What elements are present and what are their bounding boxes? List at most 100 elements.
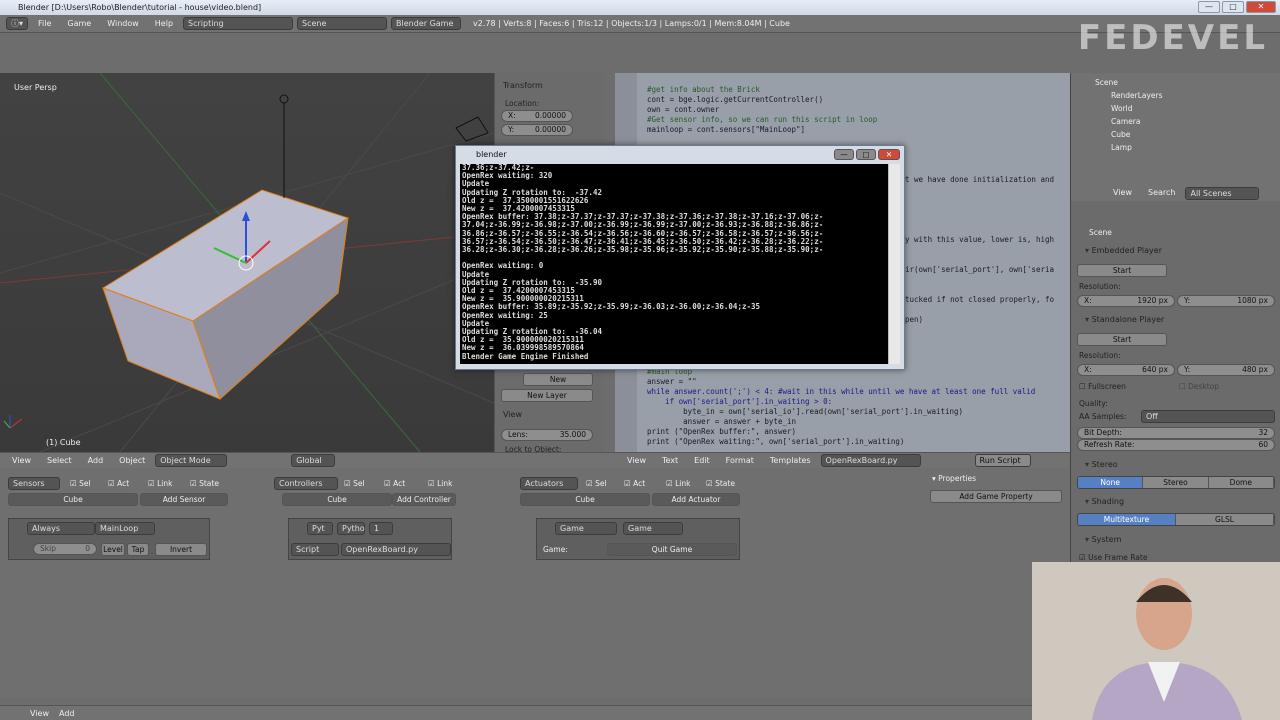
embedded-start-button[interactable]: Start [1077,264,1167,277]
run-script-button[interactable]: Run Script [974,454,1031,467]
shading-header[interactable]: Shading [1071,497,1125,506]
lens-field[interactable]: Lens: 35.000 [501,429,593,441]
new-layer-button[interactable]: New Layer [501,389,593,402]
add-controller-select[interactable]: Add Controller [392,493,456,506]
location-x-field[interactable]: X: 0.00000 [501,110,573,122]
screen-layout-select[interactable]: Scripting [183,17,294,30]
actuator-name-field[interactable]: Game [623,522,683,535]
te-menu-view[interactable]: View [621,452,652,470]
maximize-button[interactable]: □ [1222,1,1244,13]
standalone-res-x[interactable]: X: 640 px [1077,364,1175,376]
close-button[interactable]: ✕ [1246,1,1276,13]
sensors-select[interactable]: Sensors [8,477,60,490]
console-window[interactable]: blender — □ ✕ 37.36;z-37.42;z- OpenRex wa… [455,145,905,370]
vp-menu-add[interactable]: Add [82,452,110,470]
stereo-none-option[interactable]: None [1078,477,1144,488]
quit-game-select[interactable]: Quit Game [607,543,737,556]
console-output[interactable]: 37.36;z-37.42;z- OpenRex waiting: 320 Upda… [460,164,888,364]
outliner-item-renderlayers[interactable]: RenderLayers [1111,89,1163,102]
te-menu-templates[interactable]: Templates [764,452,817,470]
bottom-menu-view[interactable]: View [30,709,49,718]
bit-depth-field[interactable]: Bit Depth: 32 [1077,427,1275,439]
render-engine-select[interactable]: Blender Game [391,17,462,30]
desktop-checkbox[interactable]: ☐ Desktop [1179,382,1219,391]
transform-header[interactable]: Transform [495,77,551,94]
props-search-menu[interactable]: Search [1142,184,1181,202]
sensors-sel-checkbox[interactable]: ☑ Sel [70,479,91,488]
outliner-item-world[interactable]: World [1111,102,1133,115]
level-toggle[interactable]: Level [101,543,125,556]
invert-toggle[interactable]: Invert [155,543,207,556]
view-panel-header[interactable]: View [495,406,530,423]
vp-menu-select[interactable]: Select [41,452,78,470]
new-button[interactable]: New [523,373,593,386]
outliner-item-cube[interactable]: Cube [1111,128,1130,141]
aa-samples-select[interactable]: Off [1141,410,1275,423]
stereo-dome-option[interactable]: Dome [1208,477,1274,488]
standalone-start-button[interactable]: Start [1077,333,1167,346]
sensor-type-select[interactable]: Always [27,522,95,535]
editor-type-icon[interactable]: ⓘ▾ [6,17,29,30]
menu-help[interactable]: Help [149,15,179,33]
object-mode-select[interactable]: Object Mode [155,454,228,467]
outliner-item-lamp[interactable]: Lamp [1111,141,1132,154]
stereo-stereo-option[interactable]: Stereo [1143,477,1209,488]
stereo-header[interactable]: Stereo [1071,460,1118,469]
add-game-property-button[interactable]: Add Game Property [930,490,1062,503]
text-file-select[interactable]: OpenRexBoard.py [820,454,921,467]
controller-lang-select[interactable]: Pyt [307,522,333,535]
menu-window[interactable]: Window [101,15,145,33]
controller-mode-select[interactable]: Script [291,543,339,556]
actuators-act-checkbox[interactable]: ☑ Act [624,479,645,488]
menu-game[interactable]: Game [61,15,97,33]
console-minimize-button[interactable]: — [834,149,854,160]
console-maximize-button[interactable]: □ [856,149,876,160]
console-close-button[interactable]: ✕ [878,149,900,160]
orientation-select[interactable]: Global [291,454,336,467]
actuators-link-checkbox[interactable]: ☑ Link [666,479,690,488]
embedded-player-header[interactable]: Embedded Player [1071,246,1162,255]
te-menu-text[interactable]: Text [656,452,684,470]
refresh-rate-field[interactable]: Refresh Rate: 60 [1077,439,1275,451]
embedded-res-x[interactable]: X: 1920 px [1077,295,1175,307]
location-y-field[interactable]: Y: 0.00000 [501,124,573,136]
embedded-res-y[interactable]: Y: 1080 px [1177,295,1275,307]
controller-script-select[interactable]: OpenRexBoard.py [341,543,451,556]
standalone-player-header[interactable]: Standalone Player [1071,315,1165,324]
actuators-select[interactable]: Actuators [520,477,578,490]
standalone-res-y[interactable]: Y: 480 px [1177,364,1275,376]
controller-state-field[interactable]: 1 [369,522,393,535]
controllers-select[interactable]: Controllers [274,477,338,490]
outliner-item-scene[interactable]: Scene [1095,76,1118,89]
controllers-sel-checkbox[interactable]: ☑ Sel [344,479,365,488]
vp-menu-view[interactable]: View [6,452,37,470]
sensor-name-field[interactable]: MainLoop [95,522,155,535]
scene-select[interactable]: Scene [297,17,388,30]
sensors-act-checkbox[interactable]: ☑ Act [108,479,129,488]
actuators-sel-checkbox[interactable]: ☑ Sel [586,479,607,488]
outliner-item-camera[interactable]: Camera [1111,115,1140,128]
skip-field[interactable]: Skip 0 [33,543,97,555]
actuators-state-checkbox[interactable]: ☑ State [706,479,735,488]
bottom-menu-add[interactable]: Add [59,709,75,718]
fullscreen-checkbox[interactable]: ☐ Fullscreen [1079,382,1126,391]
sensors-state-checkbox[interactable]: ☑ State [190,479,219,488]
tap-toggle[interactable]: Tap [127,543,149,556]
minimize-button[interactable]: — [1198,1,1220,13]
controller-type-select[interactable]: Pytho [337,522,365,535]
scenes-filter-select[interactable]: All Scenes [1185,186,1260,200]
sensors-link-checkbox[interactable]: ☑ Link [148,479,172,488]
shading-glsl-option[interactable]: GLSL [1176,514,1274,525]
vp-menu-object[interactable]: Object [113,452,151,470]
add-actuator-select[interactable]: Add Actuator [652,493,740,506]
props-view-menu[interactable]: View [1107,184,1138,202]
controllers-link-checkbox[interactable]: ☑ Link [428,479,452,488]
actuator-type-select[interactable]: Game [555,522,617,535]
add-sensor-select[interactable]: Add Sensor [140,493,228,506]
te-menu-edit[interactable]: Edit [688,452,716,470]
3d-viewport[interactable]: User Persp (1) Cube [0,73,494,452]
te-menu-format[interactable]: Format [720,452,760,470]
controllers-act-checkbox[interactable]: ☑ Act [384,479,405,488]
console-scrollbar[interactable] [888,164,900,364]
menu-file[interactable]: File [32,15,57,33]
